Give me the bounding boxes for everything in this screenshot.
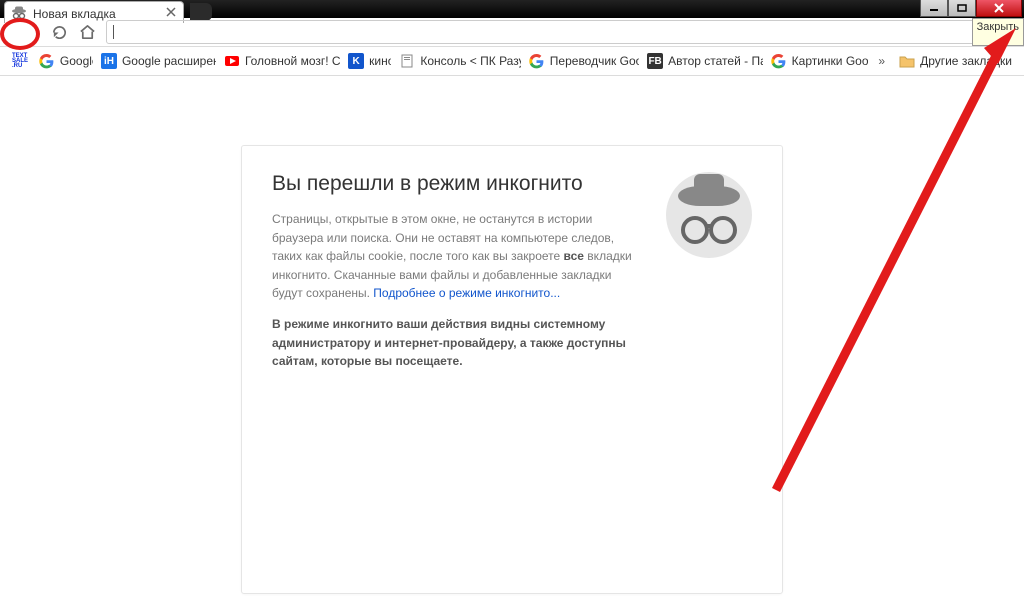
- bookmark-label: кино: [369, 54, 391, 68]
- toolbar: Закрыть: [0, 18, 1024, 47]
- bookmark-favicon: [399, 53, 415, 69]
- incognito-panel: Вы перешли в режим инкогнито Страницы, о…: [241, 145, 783, 594]
- bookmark-item[interactable]: Консоль < ПК Разум...: [393, 50, 520, 72]
- bookmark-favicon: [529, 53, 545, 69]
- incognito-warning: В режиме инкогнито ваши действия видны с…: [272, 315, 638, 371]
- bookmark-label: Google расширенн...: [122, 54, 216, 68]
- bookmark-label: Головной мозг! Сут...: [245, 54, 340, 68]
- tab-close-button[interactable]: [165, 6, 177, 18]
- bookmark-item[interactable]: Картинки Google: [765, 50, 869, 72]
- incognito-illustration: [666, 172, 752, 258]
- bookmark-favicon: [39, 53, 55, 69]
- bookmark-favicon: [771, 53, 787, 69]
- bookmarks-bar: TEXTSALE.RU Google iH Google расширенн... Го…: [0, 47, 1024, 76]
- reload-button[interactable]: [50, 23, 68, 41]
- bookmark-item[interactable]: iH Google расширенн...: [95, 50, 216, 72]
- bookmark-label: Автор статей - Пав...: [668, 54, 763, 68]
- learn-more-link[interactable]: Подробнее о режиме инкогнито...: [373, 286, 560, 300]
- other-bookmarks-button[interactable]: Другие закладки: [893, 50, 1018, 72]
- annotation-circle: [0, 18, 40, 50]
- minimize-button[interactable]: [920, 0, 948, 17]
- page-content: Вы перешли в режим инкогнито Страницы, о…: [2, 80, 1022, 594]
- bookmark-item[interactable]: Kкино: [342, 50, 391, 72]
- bookmark-item[interactable]: Головной мозг! Сут...: [218, 50, 340, 72]
- bookmark-label: Переводчик Google: [550, 54, 639, 68]
- address-bar[interactable]: [106, 20, 1018, 44]
- url-input[interactable]: [116, 24, 1011, 41]
- maximize-button[interactable]: [948, 0, 976, 17]
- bookmark-favicon: [224, 53, 240, 69]
- bookmark-item[interactable]: Google: [33, 50, 93, 72]
- incognito-description: Страницы, открытые в этом окне, не остан…: [272, 210, 638, 303]
- window-close-button[interactable]: [976, 0, 1022, 17]
- bookmarks-overflow-button[interactable]: »: [872, 51, 891, 71]
- bookmark-favicon: TEXTSALE.RU: [12, 53, 28, 69]
- bookmark-item[interactable]: TEXTSALE.RU: [6, 50, 31, 72]
- bookmark-favicon: FB: [647, 53, 663, 69]
- bookmark-item[interactable]: FB Автор статей - Пав...: [641, 50, 763, 72]
- other-bookmarks-label: Другие закладки: [920, 54, 1012, 68]
- bookmark-item[interactable]: Переводчик Google: [523, 50, 639, 72]
- bookmark-label: Картинки Google: [792, 54, 869, 68]
- folder-icon: [899, 53, 915, 69]
- bookmark-label: Google: [60, 54, 93, 68]
- bookmark-favicon: iH: [101, 53, 117, 69]
- close-tooltip: Закрыть: [972, 18, 1024, 46]
- home-button[interactable]: [78, 23, 96, 41]
- page-title: Вы перешли в режим инкогнито: [272, 172, 638, 196]
- bookmark-favicon: K: [348, 53, 364, 69]
- bookmark-label: Консоль < ПК Разум...: [420, 54, 520, 68]
